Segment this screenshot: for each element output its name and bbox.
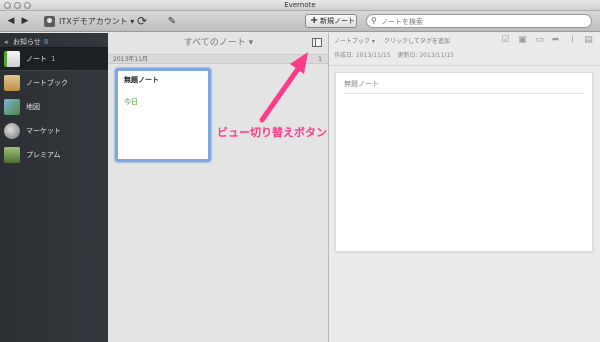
sidebar-item-map[interactable]: 地図 [0,95,108,119]
annotation-label: ビュー切り替えボタン [217,126,327,139]
share-arrow-icon[interactable]: ➦ [550,35,561,45]
minimize-window-button[interactable] [14,2,21,9]
trash-icon[interactable]: ▤ [583,35,594,45]
map-icon [4,99,20,115]
notifications-count: 8 [43,38,49,46]
note-body[interactable]: 無題ノート [335,72,593,252]
note-icon [4,51,20,67]
main-toolbar: ◀ ▶ ITXデモアカウント ▾ ⟳ ✎ + 新規ノート ⚲ [0,11,600,32]
window-title: Evernote [284,1,316,9]
reminder-icon[interactable]: ☑ [500,35,511,45]
back-arrow-icon[interactable]: ◀ [5,15,17,28]
created-date: 作成日: 2013/11/15 [334,52,391,59]
sidebar-item-count: 1 [51,55,56,63]
sidebar-item-label: 地図 [26,103,40,111]
note-editor: ノートブック ▾ クリックしてタグを追加 ☑ ▣ ▭ ➦ ⅰ ▤ 作成日: 20… [329,33,600,342]
sidebar-item-notes[interactable]: ノート 1 [0,47,108,71]
new-note-button[interactable]: + 新規ノート [305,14,357,28]
account-icon [44,16,55,27]
search-input[interactable] [381,16,581,28]
updated-date: 更新日: 2013/11/15 [397,52,454,59]
sidebar-item-premium[interactable]: プレミアム [0,143,108,167]
info-icon[interactable]: ⅰ [567,35,578,45]
market-icon [4,123,20,139]
megaphone-icon: ◂ [4,38,8,46]
close-window-button[interactable] [4,2,11,9]
account-switcher[interactable]: ITXデモアカウント ▾ [44,15,134,28]
present-icon[interactable]: ▭ [534,35,545,45]
note-card-title: 無題ノート [124,76,159,84]
note-card-date: 今日 [124,98,138,106]
note-list-header[interactable]: すべてのノート ▾ [108,33,329,53]
editor-divider [329,65,600,66]
sidebar-item-notebooks[interactable]: ノートブック [0,71,108,95]
view-toggle-icon[interactable] [312,38,322,47]
sidebar-item-market[interactable]: マーケット [0,119,108,143]
date-group-row: 2013年11月 1 [108,54,328,64]
premium-icon [4,147,20,163]
date-group-label: 2013年11月 [113,56,148,63]
plus-icon: + [310,15,319,26]
notebook-select[interactable]: ノートブック ▾ [334,36,375,45]
tag-input[interactable]: クリックしてタグを追加 [384,36,450,45]
share-link-icon[interactable]: ▣ [517,35,528,45]
note-card[interactable]: 無題ノート 今日 [115,68,211,162]
forward-arrow-icon[interactable]: ▶ [19,15,31,28]
window-titlebar: Evernote [0,0,600,11]
editor-toolbar: ノートブック ▾ クリックしてタグを追加 ☑ ▣ ▭ ➦ ⅰ ▤ [329,33,600,47]
sidebar-item-label: ノートブック [26,79,68,87]
notebook-icon [4,75,20,91]
sidebar-item-label: プレミアム [26,151,61,159]
new-note-label: 新規ノート [320,17,355,25]
sync-icon[interactable]: ⟳ [135,15,149,28]
activity-icon[interactable]: ✎ [165,15,179,28]
search-icon: ⚲ [371,16,377,25]
account-label: ITXデモアカウント ▾ [59,17,135,26]
sidebar-item-label: ノート [26,55,47,63]
date-group-count: 1 [318,56,322,63]
sidebar-item-label: マーケット [26,127,61,135]
notifications-label: お知らせ [13,38,41,46]
note-title-input[interactable]: 無題ノート [344,79,584,94]
note-metadata: 作成日: 2013/11/15 更新日: 2013/11/15 [334,50,454,59]
zoom-window-button[interactable] [24,2,31,9]
note-list-panel: すべてのノート ▾ 2013年11月 1 無題ノート 今日 [108,33,329,342]
sidebar: ◂ お知らせ 8 ノート 1 ノートブック 地図 マーケット プレミアム [0,33,108,342]
notifications-header[interactable]: ◂ お知らせ 8 [4,37,48,47]
search-field[interactable]: ⚲ [366,14,592,28]
